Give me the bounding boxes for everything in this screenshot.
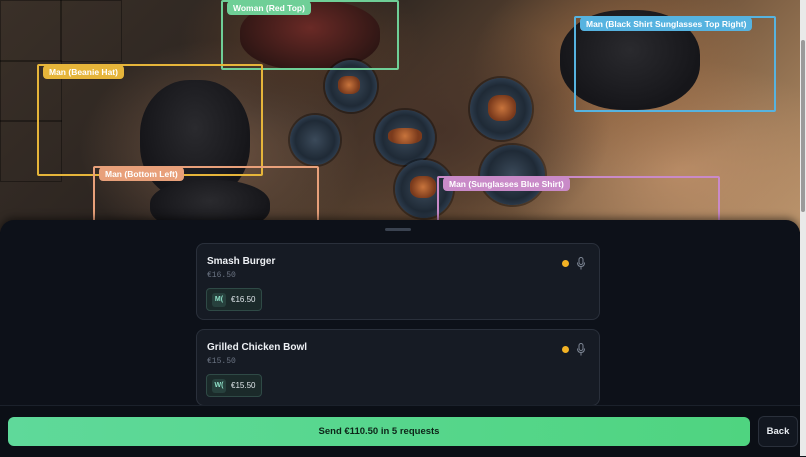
food bbox=[338, 76, 360, 94]
assignee-avatar: M( bbox=[212, 292, 226, 307]
plate bbox=[290, 115, 340, 165]
back-button[interactable]: Back bbox=[758, 416, 798, 447]
item-name: Smash Burger bbox=[207, 256, 276, 267]
group-photo: Woman (Red Top) Man (Black Shirt Sunglas… bbox=[0, 0, 800, 232]
detection-label: Man (Beanie Hat) bbox=[43, 65, 124, 79]
assignee-avatar: W( bbox=[212, 378, 226, 393]
status-dot bbox=[562, 260, 569, 267]
food bbox=[410, 176, 436, 198]
assignee-chip[interactable]: M( €16.50 bbox=[206, 288, 263, 311]
detection-label: Man (Bottom Left) bbox=[99, 167, 184, 181]
send-requests-button[interactable]: Send €110.50 in 5 requests bbox=[8, 417, 750, 446]
scrollbar-thumb[interactable] bbox=[801, 40, 805, 212]
assignee-amount: €16.50 bbox=[231, 295, 256, 304]
action-footer: Send €110.50 in 5 requests Back bbox=[0, 405, 800, 457]
microphone-icon[interactable] bbox=[576, 343, 586, 356]
detection-label: Man (Sunglasses Blue Shirt) bbox=[443, 177, 570, 191]
detection-box-man-black-shirt[interactable]: Man (Black Shirt Sunglasses Top Right) bbox=[574, 16, 776, 112]
food bbox=[488, 95, 516, 121]
detection-label: Woman (Red Top) bbox=[227, 1, 311, 15]
item-name: Grilled Chicken Bowl bbox=[207, 342, 308, 353]
food bbox=[388, 128, 422, 144]
floor-tile bbox=[60, 0, 122, 62]
item-price: €16.50 bbox=[207, 271, 236, 280]
detection-label: Man (Black Shirt Sunglasses Top Right) bbox=[580, 17, 753, 31]
sheet-drag-handle[interactable] bbox=[385, 228, 411, 231]
item-price: €15.50 bbox=[207, 357, 236, 366]
assignee-chip[interactable]: W( €15.50 bbox=[206, 374, 263, 397]
status-dot bbox=[562, 346, 569, 353]
item-card[interactable]: Smash Burger €16.50 M( €16.50 bbox=[196, 243, 600, 320]
assignee-amount: €15.50 bbox=[231, 381, 256, 390]
scrollbar[interactable] bbox=[800, 0, 806, 456]
detection-box-man-beanie-hat[interactable]: Man (Beanie Hat) bbox=[37, 64, 263, 176]
detection-box-woman-red-top[interactable]: Woman (Red Top) bbox=[221, 0, 399, 70]
item-card[interactable]: Grilled Chicken Bowl €15.50 W( €15.50 bbox=[196, 329, 600, 406]
floor-tile bbox=[0, 0, 62, 62]
microphone-icon[interactable] bbox=[576, 257, 586, 270]
